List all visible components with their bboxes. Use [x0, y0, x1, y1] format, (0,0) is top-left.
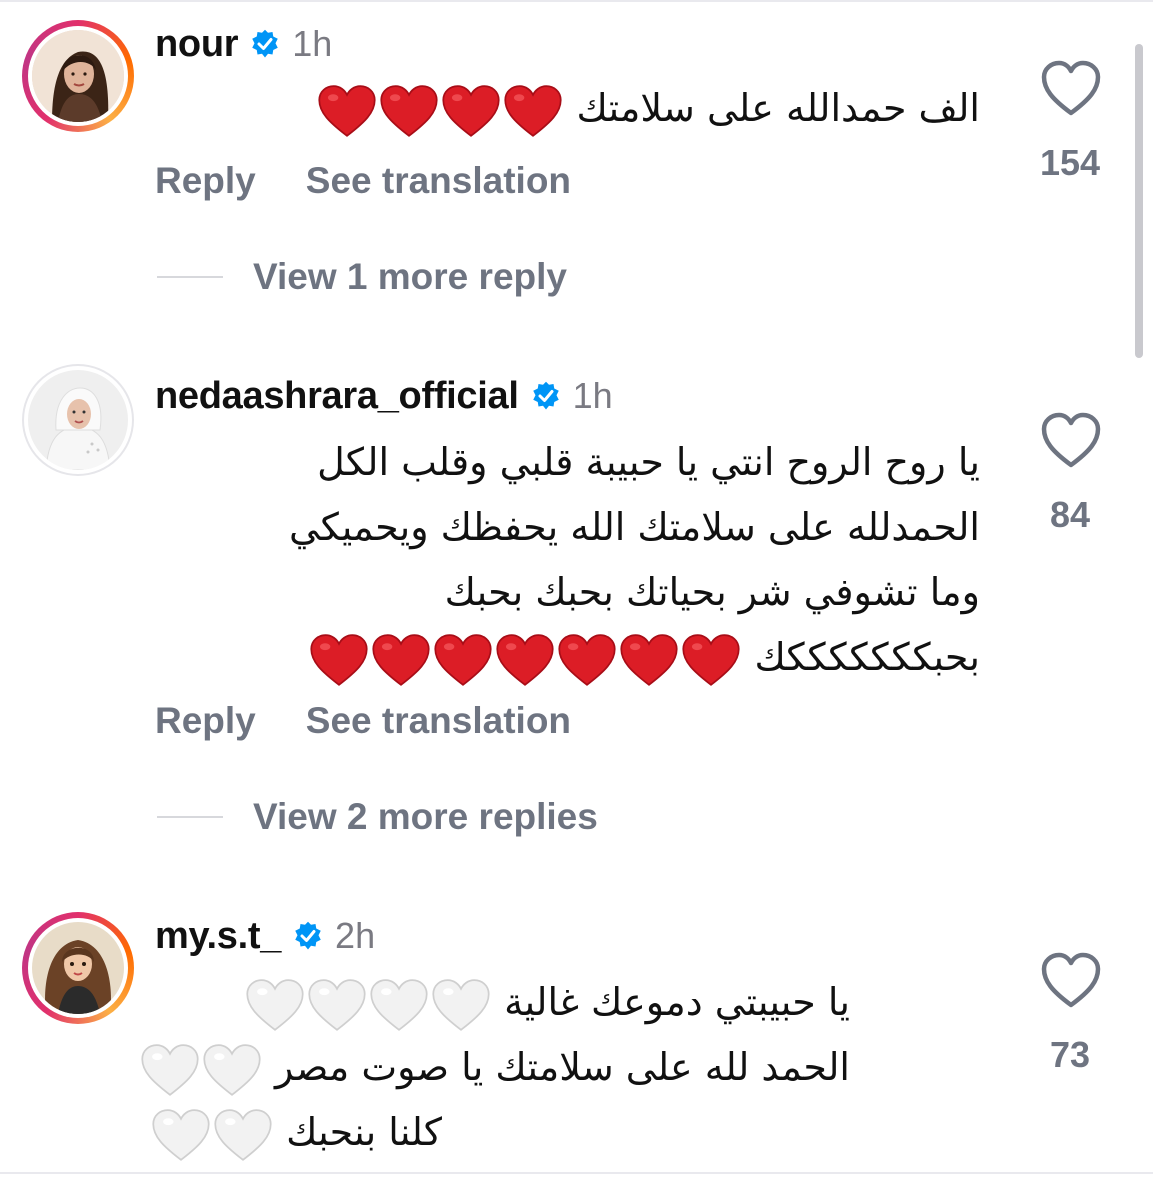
red-heart-emoji [380, 85, 438, 137]
red-heart-emoji [682, 634, 740, 686]
red-heart-emoji [558, 634, 616, 686]
username[interactable]: nour [155, 23, 239, 66]
divider-dash [157, 276, 223, 278]
red-heart-emoji [434, 634, 492, 686]
red-heart-emoji [310, 634, 368, 686]
like-count: 84 [1049, 494, 1091, 535]
username[interactable]: nedaashrara_official [155, 375, 519, 418]
avatar[interactable] [22, 912, 134, 1024]
white-heart-emoji [203, 1044, 261, 1096]
view-more-replies-button[interactable]: View 1 more reply [157, 256, 567, 298]
divider-dash [157, 816, 223, 818]
timestamp: 1h [292, 23, 333, 64]
comment-line: بحبكككككككك [754, 635, 981, 679]
white-heart-emoji [432, 979, 490, 1031]
comment-line: الف حمدالله على سلامتك [576, 86, 981, 130]
timestamp: 1h [572, 375, 613, 416]
comment-line: يا حبيبتي دموعك غالية [504, 980, 850, 1024]
avatar[interactable] [22, 364, 134, 476]
heart-outline-icon[interactable] [1040, 58, 1102, 118]
red-heart-emoji [504, 85, 562, 137]
comment-text: الف حمدالله على سلامتك [150, 76, 980, 141]
view-more-label: View 2 more replies [253, 796, 598, 837]
heart-outline-icon[interactable] [1040, 950, 1102, 1010]
username[interactable]: my.s.t_ [155, 915, 281, 958]
heart-outline-icon[interactable] [1040, 410, 1102, 470]
reply-button[interactable]: Reply [155, 700, 256, 742]
comment-line: يا روح الروح انتي يا حبيبة قلبي وقلب الك… [317, 440, 980, 484]
avatar-photo [32, 922, 124, 1014]
white-heart-emoji [141, 1044, 199, 1096]
comment-line: وما تشوفي شر بحياتك بحبك بحبك [444, 570, 980, 614]
comment-text: يا روح الروح انتي يا حبيبة قلبي وقلب الك… [150, 430, 980, 690]
like-count: 73 [1049, 1034, 1091, 1075]
red-heart-emoji [318, 85, 376, 137]
verified-badge-icon [531, 381, 561, 411]
white-heart-emoji [152, 1109, 210, 1161]
see-translation-button[interactable]: See translation [306, 160, 571, 202]
comment-line: الحمد لله على سلامتك يا صوت مصر [275, 1045, 850, 1089]
view-more-label: View 1 more reply [253, 256, 567, 297]
like-count: 154 [1039, 142, 1101, 183]
timestamp: 2h [335, 915, 376, 956]
red-heart-emoji [372, 634, 430, 686]
reply-button[interactable]: Reply [155, 160, 256, 202]
comment-text: يا حبيبتي دموعك غالية الحمد لله على سلام… [150, 970, 850, 1165]
comment-line: كلنا بنحبك [286, 1110, 442, 1154]
see-translation-button[interactable]: See translation [306, 700, 571, 742]
avatar-photo [32, 30, 124, 122]
white-heart-emoji [308, 979, 366, 1031]
verified-badge-icon [250, 29, 280, 59]
view-more-replies-button[interactable]: View 2 more replies [157, 796, 598, 838]
verified-badge-icon [293, 921, 323, 951]
top-divider [0, 0, 1153, 2]
red-heart-emoji [496, 634, 554, 686]
avatar[interactable] [22, 20, 134, 132]
white-heart-emoji [246, 979, 304, 1031]
red-heart-emoji [442, 85, 500, 137]
bottom-divider [0, 1172, 1153, 1174]
scrollbar[interactable] [1135, 44, 1143, 358]
comment-line: الحمدلله على سلامتك الله يحفظك ويحميكي [289, 505, 980, 549]
white-heart-emoji [370, 979, 428, 1031]
white-heart-emoji [214, 1109, 272, 1161]
avatar-photo [28, 370, 128, 470]
red-heart-emoji [620, 634, 678, 686]
